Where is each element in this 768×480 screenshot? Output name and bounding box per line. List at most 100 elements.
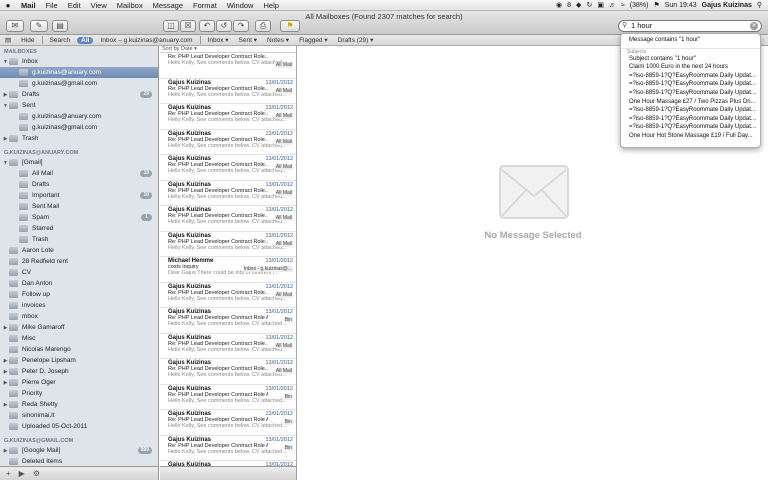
message-row[interactable]: Gajus Kuizinas13/01/2012Re: PHP Lead Dev…: [160, 155, 296, 181]
menu-view[interactable]: View: [86, 1, 112, 10]
message-row[interactable]: Gajus Kuizinas13/01/2012Re: PHP Lead Dev…: [160, 181, 296, 206]
reply-all-button[interactable]: ↺: [216, 20, 232, 32]
suggestion-item[interactable]: =?iso-8859-1?Q?EasyRoommate Daily Updat.…: [621, 80, 760, 89]
sidebar-item[interactable]: Nicolas Marengo: [0, 344, 158, 355]
sort-control[interactable]: Sort by Date ▾: [160, 46, 296, 53]
message-row[interactable]: Gajus Kuizinas13/01/2012Re: PHP Lead Dev…: [160, 410, 296, 436]
suggestion-item[interactable]: =?iso-8859-1?Q?EasyRoommate Daily Updat.…: [621, 106, 760, 115]
lock-icon[interactable]: ▣: [597, 1, 604, 9]
disclosure-triangle-icon[interactable]: ▶: [2, 380, 9, 386]
add-mailbox-icon[interactable]: +: [6, 469, 11, 478]
sidebar-item[interactable]: ▶ Reda Shetty: [0, 399, 158, 410]
sidebar-item[interactable]: sinonimai.lt: [0, 410, 158, 421]
sidebar-item[interactable]: ▶ Peter D. Joseph: [0, 366, 158, 377]
scope-all-button[interactable]: All: [77, 36, 94, 44]
gear-icon[interactable]: ⚙: [33, 469, 40, 478]
sync-icon[interactable]: ↻: [586, 1, 592, 9]
disclosure-triangle-icon[interactable]: ▶: [2, 402, 9, 408]
reply-button[interactable]: ↶: [199, 20, 215, 32]
status-badge[interactable]: 8: [567, 2, 571, 9]
sidebar-item[interactable]: Uploaded 05-Oct-2011: [0, 421, 158, 432]
disclosure-triangle-icon[interactable]: ▶: [2, 369, 9, 375]
battery-status[interactable]: (38%): [630, 2, 649, 9]
sidebar-item[interactable]: g.kuizinas@gmail.com: [0, 78, 158, 89]
sidebar-item[interactable]: Important 10: [0, 190, 158, 201]
disclosure-triangle-icon[interactable]: ▼: [2, 103, 9, 109]
sidebar-toggle-icon[interactable]: ▤: [0, 36, 16, 44]
suggestion-item[interactable]: =?iso-8859-1?Q?EasyRoommate Daily Updat.…: [621, 123, 760, 132]
spotlight-icon[interactable]: ⚲: [757, 1, 762, 9]
flag-icon[interactable]: ⚑: [653, 1, 659, 9]
suggestion-item[interactable]: =?iso-8859-1?Q?EasyRoommate Daily Updat.…: [621, 89, 760, 98]
sidebar-item[interactable]: ▶ Pierre Oger: [0, 377, 158, 388]
sidebar-item[interactable]: Deleted Items: [0, 456, 158, 466]
fav-flagged-button[interactable]: Flagged ▾: [294, 36, 333, 44]
sidebar-item[interactable]: CV: [0, 267, 158, 278]
suggestion-item[interactable]: One Hour Hot Stone Massage £19 / Full Da…: [621, 132, 760, 141]
suggestion-item[interactable]: =?iso-8859-1?Q?EasyRoommate Daily Updat.…: [621, 115, 760, 124]
notification-icon[interactable]: ◉: [556, 1, 562, 9]
print-button[interactable]: ⎙: [255, 20, 271, 32]
message-row[interactable]: Gajus Kuizinas13/01/2012Re: PHP Lead Dev…: [160, 436, 296, 461]
delete-button[interactable]: ◫: [163, 20, 179, 32]
sidebar-item[interactable]: mbox: [0, 311, 158, 322]
sidebar-item[interactable]: Sent Mail: [0, 201, 158, 212]
sidebar-item[interactable]: g.kuizinas@gmail.com: [0, 122, 158, 133]
sidebar-item[interactable]: Priority: [0, 388, 158, 399]
wifi-icon[interactable]: ≈: [621, 2, 625, 9]
scope-inbox-button[interactable]: Inbox – g.kuizinas@anuary.com: [95, 37, 197, 44]
menu-help[interactable]: Help: [258, 1, 283, 10]
sidebar-item[interactable]: All Mail 19: [0, 168, 158, 179]
message-row[interactable]: Michael Hemme 13/01/2012 costs inquiry Inbo…: [160, 257, 296, 283]
fav-sent-button[interactable]: Sent ▾: [234, 36, 262, 44]
sidebar-item[interactable]: g.kuizinas@anuary.com: [0, 67, 158, 78]
message-row[interactable]: Re: PHP Lead Developer Contract Role... A…: [160, 53, 296, 79]
message-row[interactable]: Gajus Kuizinas13/01/2012Re: PHP Lead Dev…: [160, 104, 296, 130]
message-row[interactable]: Gajus Kuizinas13/01/2012Re: PHP Lead Dev…: [160, 308, 296, 334]
menu-format[interactable]: Format: [188, 1, 222, 10]
suggestion-item[interactable]: One Hour Massage £27 / Two Pizzas Plus D…: [621, 98, 760, 107]
suggestion-message-contains[interactable]: Message contains "1 hour": [621, 36, 760, 45]
sidebar-item[interactable]: ▶ Mike Gamaroff: [0, 322, 158, 333]
disclosure-triangle-icon[interactable]: ▼: [2, 160, 9, 166]
note-button[interactable]: ▤: [52, 20, 68, 32]
sidebar-item[interactable]: Dan Anton: [0, 278, 158, 289]
menu-file[interactable]: File: [41, 1, 63, 10]
fav-notes-button[interactable]: Notes ▾: [262, 36, 294, 44]
sidebar-item[interactable]: Follow up: [0, 289, 158, 300]
sidebar-item[interactable]: Spam 1: [0, 212, 158, 223]
sidebar-item[interactable]: Starred: [0, 223, 158, 234]
sidebar-item[interactable]: g.kuizinas@anuary.com: [0, 111, 158, 122]
menu-edit[interactable]: Edit: [63, 1, 86, 10]
menu-mailbox[interactable]: Mailbox: [112, 1, 148, 10]
dropbox-icon[interactable]: ◆: [576, 1, 581, 9]
sidebar-item[interactable]: ▼ Sent: [0, 100, 158, 111]
menu-window[interactable]: Window: [222, 1, 259, 10]
menu-mail[interactable]: Mail: [16, 1, 41, 10]
suggestion-item[interactable]: Claim 1000 Euro in the next 24 hours: [621, 63, 760, 72]
sidebar-item[interactable]: ▼ Inbox: [0, 56, 158, 67]
suggestion-item[interactable]: =?iso-8859-1?Q?EasyRoommate Daily Updat.…: [621, 72, 760, 81]
disclosure-triangle-icon[interactable]: ▶: [2, 92, 9, 98]
menu-message[interactable]: Message: [148, 1, 188, 10]
message-row[interactable]: Gajus Kuizinas13/01/2012Re: PHP Lead Dev…: [160, 79, 296, 104]
sidebar-item[interactable]: Misc: [0, 333, 158, 344]
fav-drafts-button[interactable]: Drafts (29) ▾: [333, 36, 379, 44]
message-row[interactable]: Gajus Kuizinas13/01/2012Re: PHP Lead Dev…: [160, 283, 296, 308]
hide-button[interactable]: Hide: [16, 37, 39, 44]
disclosure-triangle-icon[interactable]: ▶: [2, 358, 9, 364]
search-input[interactable]: ⚲ 1 hour ✕: [618, 20, 762, 32]
disclosure-triangle-icon[interactable]: ▼: [2, 59, 9, 65]
message-row[interactable]: Gajus Kuizinas13/01/2012Re: PHP Lead Dev…: [160, 359, 296, 385]
clock[interactable]: Sun 19:43: [665, 2, 697, 9]
sidebar-item[interactable]: ▼ [Gmail]: [0, 157, 158, 168]
disclosure-triangle-icon[interactable]: ▶: [2, 136, 9, 142]
sidebar-item[interactable]: invoices: [0, 300, 158, 311]
sidebar-item[interactable]: ▶ Trash: [0, 133, 158, 144]
message-row[interactable]: Gajus Kuizinas13/01/2012Re: PHP Lead Dev…: [160, 206, 296, 232]
sidebar-item[interactable]: Drafts: [0, 179, 158, 190]
fav-inbox-button[interactable]: Inbox ▾: [203, 36, 234, 44]
message-row[interactable]: Gajus Kuizinas13/01/2012Re: PHP Lead Dev…: [160, 385, 296, 410]
sidebar-item[interactable]: Trash: [0, 234, 158, 245]
sidebar-item[interactable]: 28 Redfield rent: [0, 256, 158, 267]
